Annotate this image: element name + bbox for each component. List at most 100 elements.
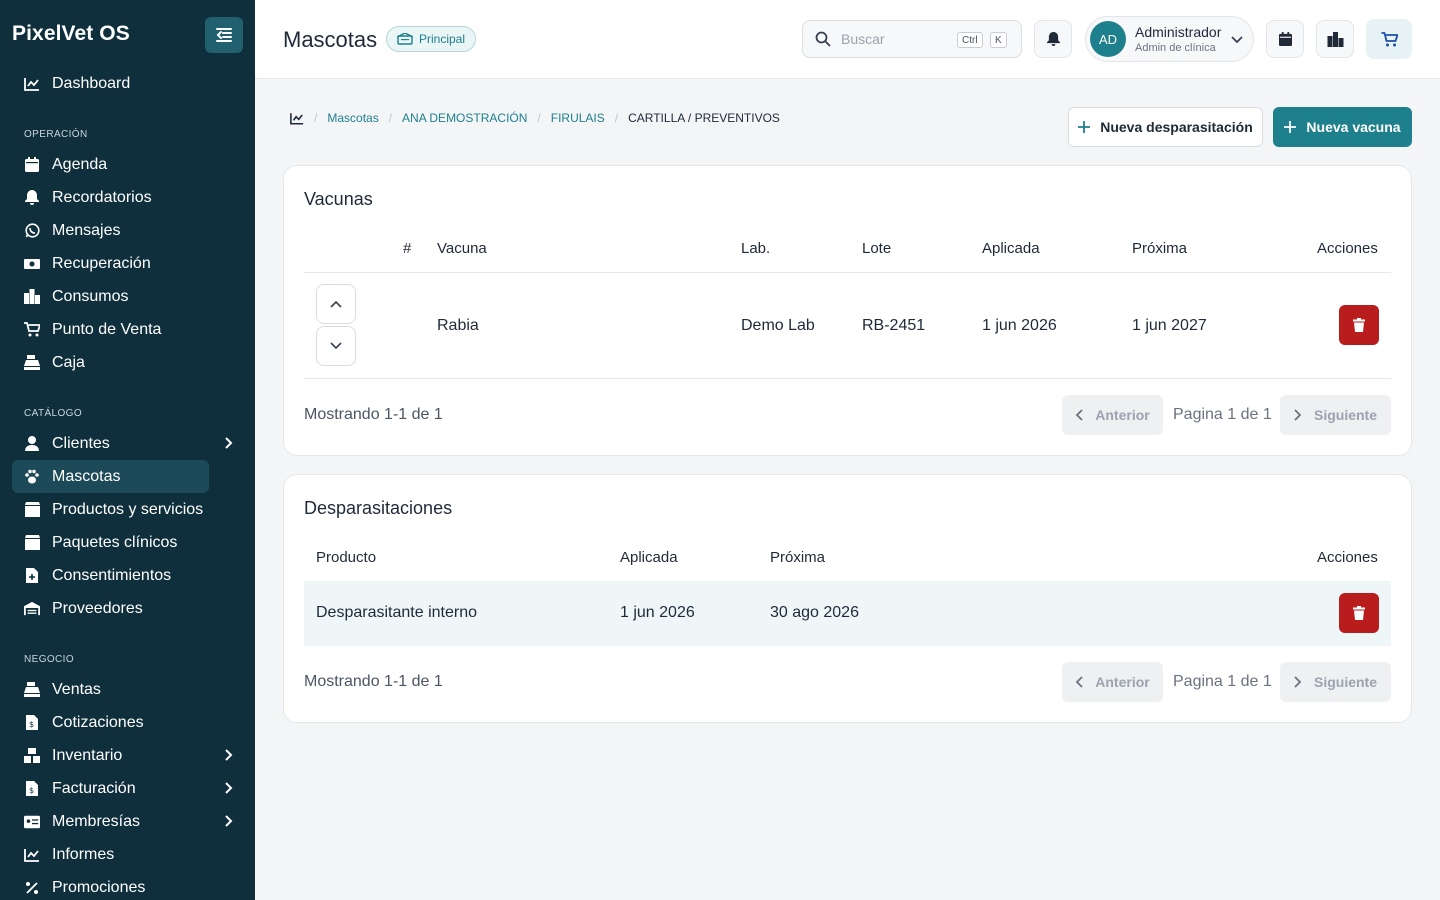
page-title: Mascotas [283, 27, 378, 52]
file-plus-icon [24, 568, 40, 584]
divider [304, 272, 1391, 273]
cell-vaccine: Rabia [437, 317, 479, 334]
section-label-negocio: NEGOCIO [24, 654, 75, 665]
sidebar-item-label: Membresías [52, 812, 141, 830]
sidebar-item-label: Paquetes clínicos [52, 533, 178, 551]
cell-next: 1 jun 2027 [1132, 317, 1207, 334]
notifications-button[interactable] [1034, 20, 1072, 58]
search-placeholder: Buscar [841, 31, 885, 47]
sidebar-item-caja[interactable]: Caja [12, 346, 243, 379]
sidebar-item-agenda[interactable]: Agenda [12, 148, 243, 181]
breadcrumb-separator: / [388, 111, 393, 125]
breadcrumb-separator: / [537, 111, 541, 125]
chart-line-icon[interactable] [290, 112, 304, 125]
new-vaccine-button[interactable]: Nueva vacuna [1273, 107, 1412, 147]
bell-icon [24, 190, 40, 206]
avatar: AD [1090, 21, 1126, 57]
sidebar-item-mensajes[interactable]: Mensajes [12, 214, 243, 247]
chevron-right-icon [1294, 409, 1302, 421]
chevron-left-icon [1075, 676, 1083, 688]
prev-page-button[interactable]: Anterior [1062, 395, 1163, 435]
clinics-button[interactable] [1316, 20, 1354, 58]
cart-icon [24, 322, 40, 338]
user-menu[interactable]: AD Administrador Admin de clínica [1085, 16, 1254, 62]
branch-badge[interactable]: Principal [386, 26, 477, 52]
plus-icon [1078, 121, 1091, 133]
sidebar-item-promociones[interactable]: Promociones [12, 871, 243, 900]
new-deworming-button[interactable]: Nueva desparasitación [1068, 107, 1263, 147]
cell-applied: 1 jun 2026 [982, 317, 1057, 334]
chart-line-icon [24, 76, 40, 92]
breadcrumb-link-mascotas[interactable]: Mascotas [327, 111, 378, 125]
sidebar-item-label: Consentimientos [52, 566, 172, 584]
chart-line-icon [24, 847, 40, 863]
prev-page-button[interactable]: Anterior [1062, 662, 1163, 702]
col-applied: Aplicada [620, 549, 678, 566]
sidebar-item-label: Clientes [52, 434, 110, 452]
next-page-button[interactable]: Siguiente [1280, 662, 1391, 702]
move-down-button[interactable] [316, 326, 356, 366]
calendar-button[interactable] [1266, 20, 1304, 58]
collapse-sidebar-button[interactable] [205, 17, 243, 53]
percent-icon [24, 880, 40, 896]
delete-button[interactable] [1339, 593, 1379, 633]
sidebar-item-label: Proveedores [52, 599, 143, 617]
delete-button[interactable] [1339, 305, 1379, 345]
sidebar-item-paquetes-clinicos[interactable]: Paquetes clínicos [12, 526, 243, 559]
boxes-icon [24, 748, 40, 764]
sidebar-item-label: Promociones [52, 878, 146, 896]
breadcrumb-link-client[interactable]: ANA DEMOSTRACIÓN [402, 111, 527, 125]
sidebar-item-cotizaciones[interactable]: $ Cotizaciones [12, 706, 243, 739]
search-input[interactable]: Buscar Ctrl K [802, 20, 1022, 58]
sidebar-item-label: Mensajes [52, 221, 121, 239]
chevron-down-icon [330, 342, 342, 350]
building-icon [1327, 31, 1343, 47]
trash-icon [1353, 606, 1365, 620]
sidebar-item-label: Informes [52, 845, 115, 863]
topbar: Mascotas Principal Buscar Ctrl K AD Admi… [255, 0, 1440, 79]
prev-label: Anterior [1095, 407, 1150, 423]
brand-logo: PixelVet OS [12, 22, 130, 45]
sidebar-item-inventario[interactable]: Inventario [12, 739, 243, 772]
col-actions: Acciones [1317, 549, 1378, 566]
kbd-k: K [990, 32, 1007, 48]
move-up-button[interactable] [316, 284, 356, 324]
breadcrumb-link-pet[interactable]: FIRULAIS [551, 111, 605, 125]
id-card-icon [24, 814, 40, 830]
col-product: Producto [316, 549, 377, 566]
chevron-right-icon [225, 437, 233, 449]
sidebar-item-recordatorios[interactable]: Recordatorios [12, 181, 243, 214]
sidebar-item-informes[interactable]: Informes [12, 838, 243, 871]
sidebar-item-clientes[interactable]: Clientes [12, 427, 243, 460]
collapse-icon [216, 28, 232, 42]
table-row: Desparasitante interno 1 jun 2026 30 ago… [304, 581, 1391, 646]
breadcrumb: / Mascotas / ANA DEMOSTRACIÓN / FIRULAIS… [290, 111, 780, 125]
sidebar-item-label: Ventas [52, 680, 101, 698]
next-label: Siguiente [1313, 674, 1377, 690]
sidebar-item-label: Dashboard [52, 74, 131, 92]
whatsapp-icon [24, 223, 40, 239]
search-icon [815, 31, 831, 47]
user-role: Admin de clínica [1135, 42, 1216, 54]
sidebar-item-dashboard[interactable]: Dashboard [12, 67, 243, 100]
sidebar-item-recuperacion[interactable]: Recuperación [12, 247, 243, 280]
sidebar-item-facturacion[interactable]: $ Facturación [12, 772, 243, 805]
sidebar-item-productos-y-servicios[interactable]: Productos y servicios [12, 493, 243, 526]
vaccines-title: Vacunas [304, 189, 373, 209]
cell-lab: Demo Lab [741, 317, 815, 334]
sidebar-item-mascotas[interactable]: Mascotas [12, 460, 209, 493]
page-indicator: Pagina 1 de 1 [1173, 406, 1272, 423]
sidebar-item-ventas[interactable]: Ventas [12, 673, 243, 706]
sidebar-item-membresias[interactable]: Membresías [12, 805, 243, 838]
breadcrumb-separator: / [314, 111, 318, 125]
sidebar-item-consumos[interactable]: Consumos [12, 280, 243, 313]
sidebar-item-punto-de-venta[interactable]: Punto de Venta [12, 313, 243, 346]
box-icon [24, 535, 40, 551]
sidebar-item-proveedores[interactable]: Proveedores [12, 592, 243, 625]
sidebar-item-label: Facturación [52, 779, 136, 797]
pos-cart-button[interactable] [1366, 19, 1412, 59]
col-next: Próxima [1132, 240, 1188, 257]
sidebar-item-consentimientos[interactable]: Consentimientos [12, 559, 243, 592]
section-label-operacion: OPERACIÓN [24, 129, 88, 140]
next-page-button[interactable]: Siguiente [1280, 395, 1391, 435]
